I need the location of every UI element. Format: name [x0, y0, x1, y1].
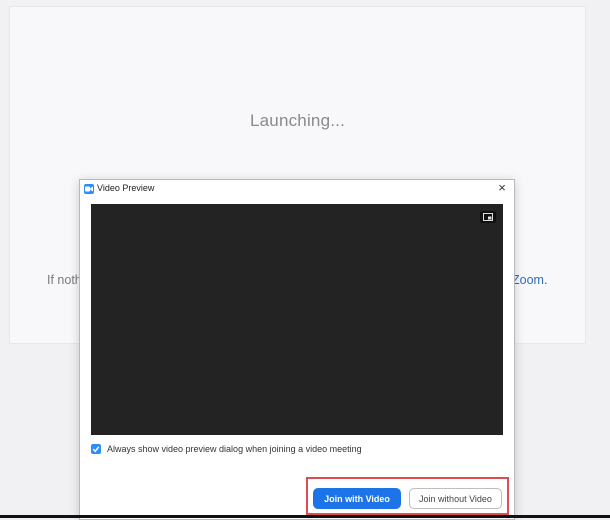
launch-zoom-link[interactable]: Zoom.	[512, 273, 547, 287]
dialog-titlebar: Video Preview ×	[80, 180, 514, 198]
checkmark-icon	[92, 446, 100, 453]
always-show-preview-checkbox[interactable]	[91, 444, 101, 454]
launch-hint-text: If noth	[47, 273, 82, 287]
dialog-title: Video Preview	[97, 183, 155, 193]
always-show-preview-label: Always show video preview dialog when jo…	[107, 444, 362, 454]
video-preview-dialog: Video Preview × Always show video previe…	[79, 179, 515, 520]
video-preview-area	[91, 204, 503, 435]
zoom-camera-icon	[84, 184, 94, 194]
join-without-video-button[interactable]: Join without Video	[409, 488, 502, 509]
launching-title: Launching...	[249, 111, 346, 130]
join-with-video-button[interactable]: Join with Video	[313, 488, 401, 509]
picture-in-picture-icon[interactable]	[480, 211, 496, 223]
close-icon[interactable]: ×	[495, 181, 509, 195]
